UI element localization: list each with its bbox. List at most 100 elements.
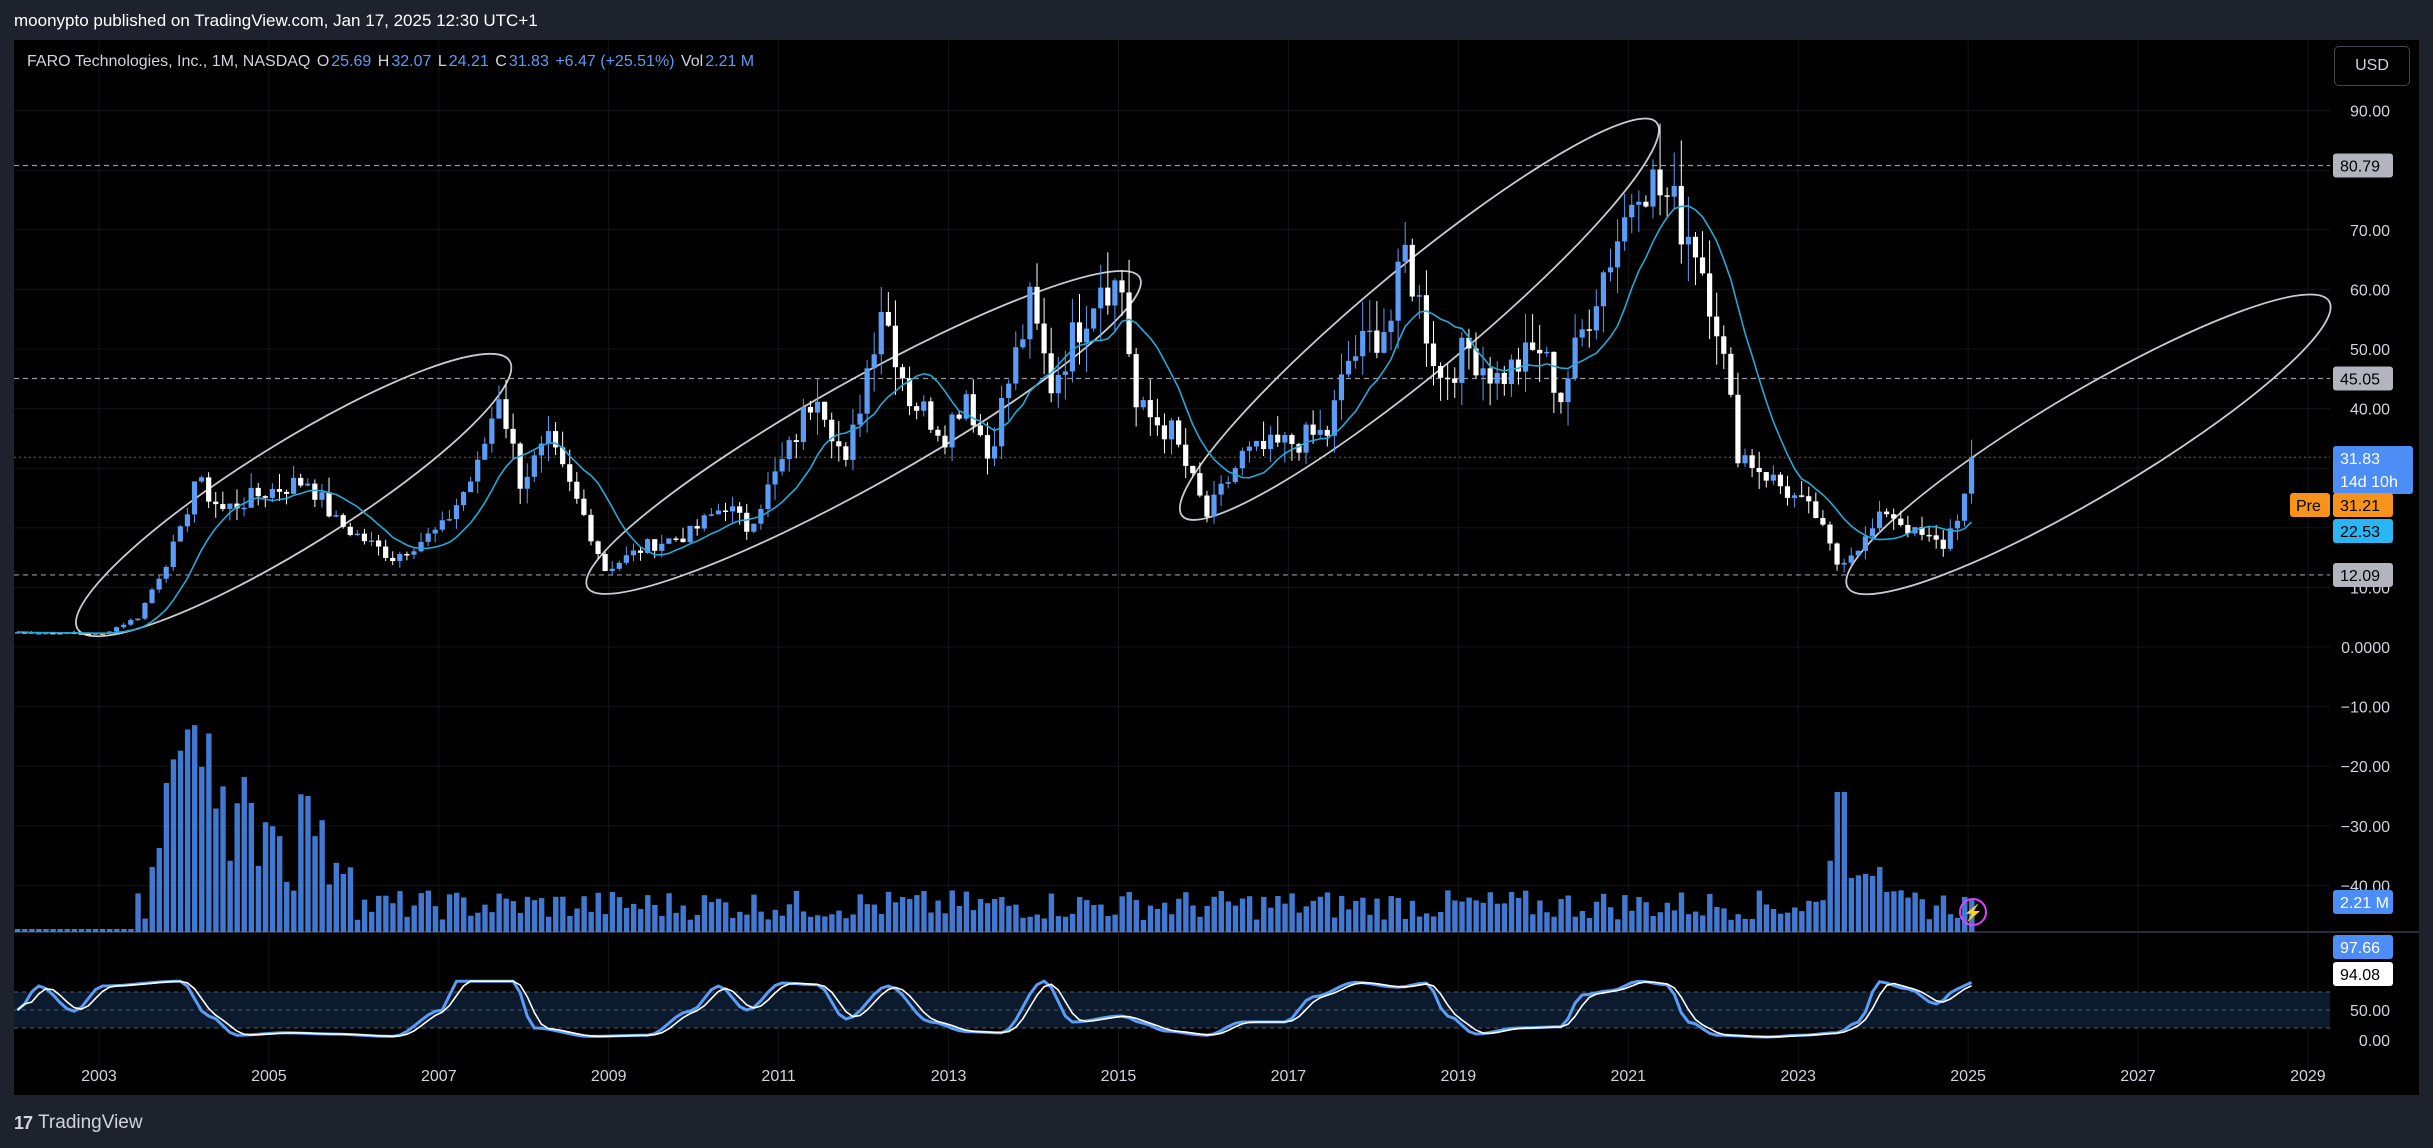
price-tick-label: −10.00 — [2341, 700, 2390, 717]
volume-bar — [730, 917, 736, 932]
candle-body — [1161, 425, 1168, 440]
candles — [14, 123, 1975, 636]
candle-body — [793, 440, 799, 442]
volume-bar — [128, 929, 134, 932]
candle-body — [177, 526, 183, 542]
volume-bar — [1586, 918, 1593, 932]
time-tick-label: 2011 — [761, 1068, 796, 1085]
volume-bar — [616, 897, 623, 932]
volume-bar — [269, 826, 276, 932]
volume-bar — [1062, 916, 1069, 932]
volume-bar — [1848, 877, 1855, 932]
candle-body — [914, 406, 920, 411]
volume-bar — [1792, 907, 1798, 932]
volume-bar — [482, 904, 488, 932]
volume-bar — [1268, 907, 1274, 932]
chart-canvas[interactable]: ⚡ 90.0080.0070.0060.0050.0040.0030.0020.… — [0, 0, 2433, 1148]
volume-bar — [638, 909, 644, 932]
candle-body — [1537, 349, 1543, 354]
volume-bar — [347, 867, 354, 932]
volume-bar — [376, 895, 382, 932]
candle-body — [1487, 368, 1493, 384]
volume-bar — [1685, 914, 1692, 932]
candle-body — [1119, 280, 1125, 293]
volume-bar — [439, 919, 446, 932]
volume-bar — [1763, 904, 1770, 932]
volume-bar — [1700, 915, 1706, 932]
candle-body — [1126, 292, 1132, 355]
volume-bar — [680, 905, 686, 932]
volume-bar — [22, 929, 28, 932]
candle-body — [255, 487, 261, 497]
volume-bar — [1636, 896, 1642, 932]
candle-body — [772, 471, 778, 485]
volume-bar — [1501, 903, 1508, 932]
volume-bar — [404, 916, 410, 932]
currency-button[interactable]: USD — [2334, 46, 2410, 86]
candle-body — [1629, 204, 1635, 218]
candle-body — [291, 477, 297, 494]
volume-bar — [1487, 892, 1494, 932]
candle-body — [1282, 435, 1288, 443]
volume-bar — [1254, 919, 1260, 932]
candle-body — [524, 476, 530, 489]
volume-bar — [694, 914, 701, 932]
volume-bar — [390, 903, 396, 932]
volume-bar — [1537, 900, 1543, 932]
candle-body — [864, 368, 870, 414]
volume-bar — [652, 904, 658, 932]
candle-body — [1643, 201, 1649, 207]
volume-bar — [503, 898, 509, 932]
volume-bar — [984, 903, 991, 932]
candle-body — [1098, 287, 1104, 309]
candle-body — [814, 401, 821, 413]
candle-body — [1480, 368, 1486, 376]
price-tag-label: 45.05 — [2340, 372, 2380, 389]
volume-bar — [461, 897, 467, 932]
candle-body — [949, 414, 955, 448]
candle-body — [1091, 308, 1097, 329]
volume-bar — [1572, 916, 1578, 932]
volume-bar — [1515, 897, 1522, 932]
candle-body — [574, 481, 580, 499]
volume-bar — [107, 929, 113, 932]
candle-body — [1006, 383, 1012, 398]
footer-brand[interactable]: 17 TradingView — [14, 1108, 143, 1138]
volume-bar — [800, 911, 807, 932]
candle-body — [1154, 417, 1160, 426]
candle-body — [1834, 543, 1840, 565]
candle-body — [737, 506, 743, 513]
high-value: 32.07 — [391, 53, 432, 70]
candle-body — [503, 399, 509, 429]
volume-bar — [248, 802, 255, 932]
low-value: 24.21 — [448, 53, 489, 70]
volume-bar — [369, 911, 375, 932]
volume-bar — [1643, 902, 1649, 932]
candle-body — [652, 539, 658, 551]
candle-body — [744, 512, 750, 532]
candle-body — [1622, 217, 1628, 242]
candle-body — [1275, 434, 1281, 443]
volume-bar — [1891, 891, 1897, 932]
candle-body — [276, 489, 283, 492]
price-tag-label: 94.08 — [2340, 967, 2380, 984]
volume-bar — [1622, 895, 1628, 932]
volume-bar — [829, 914, 835, 932]
candle-body — [198, 477, 205, 482]
candle-body — [1430, 343, 1437, 367]
candle-body — [1692, 236, 1699, 258]
volume-bar — [567, 915, 573, 932]
volume-bar — [623, 907, 630, 932]
candle-body — [822, 401, 828, 420]
candle-body — [630, 550, 637, 556]
volume-bar — [121, 929, 127, 932]
volume-bar — [595, 892, 601, 932]
price-tag-label: 22.53 — [2340, 524, 2380, 541]
volume-bar — [1275, 896, 1281, 932]
price-tag-label: 80.79 — [2340, 158, 2380, 175]
price-tag-label: 97.66 — [2340, 940, 2380, 957]
candle-body — [1614, 241, 1621, 268]
candle-body — [935, 429, 941, 436]
candle-body — [673, 538, 679, 540]
volume-bar — [1912, 892, 1918, 932]
